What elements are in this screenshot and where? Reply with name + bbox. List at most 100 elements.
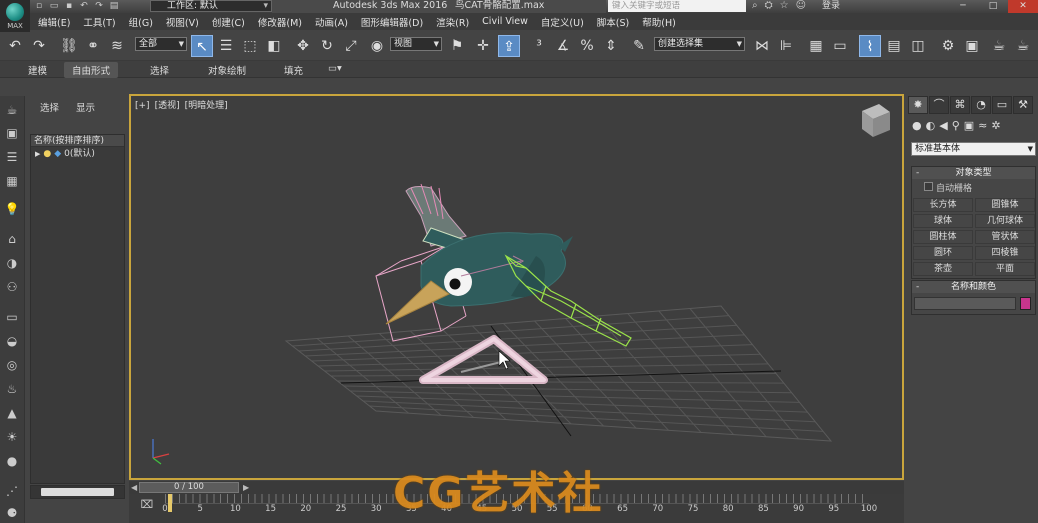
sphere-filter-icon[interactable]: ◒	[3, 332, 21, 350]
teapot-button[interactable]: 茶壶	[913, 262, 973, 276]
mirror-icon[interactable]: ⋈	[751, 35, 773, 57]
perspective-viewport[interactable]: [+] [透视] [明暗处理]	[129, 94, 904, 480]
edit-named-selection-icon[interactable]: ✎	[628, 35, 650, 57]
object-name-input[interactable]	[914, 297, 1016, 310]
menu-views[interactable]: 视图(V)	[166, 15, 199, 29]
menu-scripting[interactable]: 脚本(S)	[597, 15, 629, 29]
current-frame-marker[interactable]	[168, 494, 172, 512]
autogrid-checkbox[interactable]: 自动栅格	[912, 179, 1035, 196]
light-bulb-icon[interactable]: ●	[43, 147, 51, 161]
move-icon[interactable]: ✥	[292, 35, 314, 57]
viewport-point-of-view[interactable]: [透视]	[155, 101, 180, 111]
close-button[interactable]: ✕	[1008, 0, 1038, 13]
hierarchy-tab-icon[interactable]: ⌘	[950, 96, 970, 114]
plane-button[interactable]: 平面	[975, 262, 1035, 276]
tab-object-paint[interactable]: 对象绘制	[208, 63, 246, 77]
select-by-name-icon[interactable]: ☰	[215, 35, 237, 57]
spacewarps-icon[interactable]: ≈	[978, 119, 987, 132]
menu-help[interactable]: 帮助(H)	[642, 15, 676, 29]
modify-tab-icon[interactable]: ⌒	[929, 96, 949, 114]
select-object-icon[interactable]: ↖	[191, 35, 213, 57]
ribbon-toggle-icon[interactable]: ▭	[829, 35, 851, 57]
grid-view-icon[interactable]: ▦	[3, 172, 21, 190]
explorer-scrollbar[interactable]	[30, 485, 125, 499]
object-color-swatch[interactable]	[1020, 297, 1031, 310]
align-icon[interactable]: ⊫	[775, 35, 797, 57]
menu-graph-editors[interactable]: 图形编辑器(D)	[361, 15, 423, 29]
display-tab-icon[interactable]: ▭	[992, 96, 1012, 114]
app-logo-button[interactable]: MAX	[0, 0, 30, 32]
bone-icon[interactable]: ⚇	[3, 278, 21, 296]
spinner-snap-icon[interactable]: ⇕	[600, 35, 622, 57]
workspace-dropdown[interactable]: 工作区: 默认	[150, 0, 272, 12]
search-input[interactable]: 键入关键字或短语	[608, 0, 746, 12]
cameras-icon[interactable]: ⚲	[952, 119, 960, 132]
layer-explorer-icon[interactable]: ▦	[805, 35, 827, 57]
render-setup-icon[interactable]: ⚙	[937, 35, 959, 57]
next-frame-arrow-icon[interactable]: ▶	[243, 481, 249, 494]
box-button[interactable]: 长方体	[913, 198, 973, 212]
placement-icon[interactable]: ◉	[366, 35, 388, 57]
shapes-icon[interactable]: ◐	[926, 119, 936, 132]
list-icon[interactable]: ☰	[3, 148, 21, 166]
viewport-menu-plus[interactable]: [+]	[135, 101, 150, 111]
cone-filter-icon[interactable]: ▲	[3, 404, 21, 422]
viewport-label[interactable]: [+] [透视] [明暗处理]	[135, 98, 233, 111]
camera-icon[interactable]: ⌂	[3, 230, 21, 248]
helpers-icon[interactable]: ▣	[964, 119, 974, 132]
utilities-tab-icon[interactable]: ⚒	[1013, 96, 1033, 114]
project-folder-icon[interactable]: ▤	[109, 1, 119, 11]
angle-snap-icon[interactable]: ∡	[552, 35, 574, 57]
pyramid-button[interactable]: 四棱锥	[975, 246, 1035, 260]
time-slider-thumb[interactable]: 0 / 100	[139, 482, 239, 493]
object-type-rollout-header[interactable]: 对象类型	[912, 167, 1035, 179]
lamp-filter-icon[interactable]: ♨	[3, 380, 21, 398]
named-selection-dropdown[interactable]: 创建选择集	[654, 37, 745, 51]
scene-explorer-icon[interactable]: ▣	[3, 124, 21, 142]
viewcube[interactable]	[862, 104, 890, 137]
geosphere-button[interactable]: 几何球体	[975, 214, 1035, 228]
curve-editor-icon[interactable]: ⌇	[859, 35, 881, 57]
tab-modeling[interactable]: 建模	[28, 63, 47, 77]
geometry-icon[interactable]: ●	[912, 119, 922, 132]
box-filter-icon[interactable]: ▭	[3, 308, 21, 326]
redo-icon[interactable]: ↷	[28, 35, 50, 57]
reference-coordinate-dropdown[interactable]: 视图	[390, 37, 442, 51]
name-and-color-rollout-header[interactable]: 名称和颜色	[912, 281, 1035, 293]
rotate-icon[interactable]: ↻	[316, 35, 338, 57]
menu-group[interactable]: 组(G)	[129, 15, 153, 29]
menu-create[interactable]: 创建(C)	[212, 15, 245, 29]
expand-arrow-icon[interactable]: ▶	[35, 147, 40, 161]
bind-space-warp-icon[interactable]: ≋	[106, 35, 128, 57]
explorer-column-header[interactable]: 名称(按排序排序)	[31, 135, 124, 147]
menu-civil-view[interactable]: Civil View	[482, 16, 528, 27]
menu-customize[interactable]: 自定义(U)	[541, 15, 584, 29]
selection-region-icon[interactable]: ⬚	[239, 35, 261, 57]
ribbon-options-icon[interactable]: ▭▾	[328, 63, 342, 74]
user-icon[interactable]: ☺	[796, 0, 806, 12]
sun-filter-icon[interactable]: ☀	[3, 428, 21, 446]
login-link[interactable]: 登录	[822, 0, 840, 12]
sphere-button[interactable]: 球体	[913, 214, 973, 228]
select-manipulate-icon[interactable]: ✛	[472, 35, 494, 57]
snaps-toggle-icon[interactable]: ³	[528, 35, 550, 57]
undo-icon[interactable]: ↶	[4, 35, 26, 57]
systems-icon[interactable]: ✲	[991, 119, 1000, 132]
motion-tab-icon[interactable]: ◔	[971, 96, 991, 114]
new-file-icon[interactable]: ▫	[34, 1, 44, 11]
light-bulb-icon[interactable]: 💡	[3, 200, 21, 218]
tube-button[interactable]: 管状体	[975, 230, 1035, 244]
menu-tools[interactable]: 工具(T)	[83, 15, 115, 29]
menu-animation[interactable]: 动画(A)	[315, 15, 348, 29]
list-item[interactable]: ▶ ● ◆ 0(默认)	[31, 147, 124, 161]
maximize-button[interactable]: □	[978, 0, 1008, 13]
menu-edit[interactable]: 编辑(E)	[38, 15, 70, 29]
bone-filter-icon[interactable]: ⚈	[3, 504, 21, 522]
scrollbar-thumb[interactable]	[41, 488, 114, 496]
shape-filter-icon[interactable]: ◎	[3, 356, 21, 374]
save-file-icon[interactable]: ▪	[64, 1, 74, 11]
menu-modifiers[interactable]: 修改器(M)	[258, 15, 302, 29]
category-dropdown[interactable]: 标准基本体	[911, 142, 1036, 156]
material-editor-icon[interactable]: ◫	[907, 35, 929, 57]
undo-icon[interactable]: ↶	[79, 1, 89, 11]
